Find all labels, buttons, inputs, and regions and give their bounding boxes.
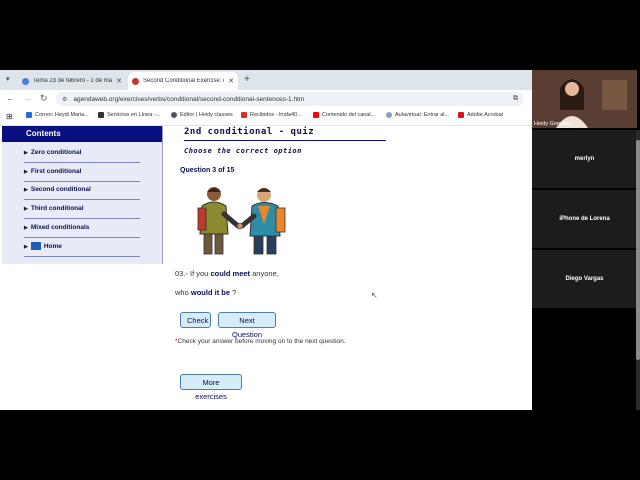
answer-choice-1[interactable]: could meet <box>210 269 250 278</box>
bookmark-item[interactable]: Recibidos - lmda40... <box>241 112 302 118</box>
next-question-button[interactable]: Next Question <box>218 312 276 339</box>
bookmark-item[interactable]: Adobe Acrobat <box>458 112 503 118</box>
bullet-icon: ▶ <box>24 187 28 193</box>
translate-icon[interactable]: ⧉ <box>513 95 518 103</box>
bookmark-favicon-icon <box>171 112 177 118</box>
bookmark-item[interactable]: Aulavirtual: Entrar al... <box>386 112 449 118</box>
participant-name: iPhone de Lorena <box>559 216 610 222</box>
bookmark-favicon-icon <box>26 112 32 118</box>
reload-icon[interactable]: ↻ <box>40 93 48 104</box>
right-person-figure <box>239 188 286 255</box>
forward-icon[interactable]: → <box>23 93 32 103</box>
sidebar-item-home[interactable]: ▶ Home <box>24 238 140 257</box>
bookmark-item[interactable]: Correo: Heydi Maria... <box>26 112 89 118</box>
home-icon <box>30 242 41 251</box>
close-tab-icon[interactable]: ✕ <box>228 77 234 85</box>
sidebar-item-zero-conditional[interactable]: ▶ Zero conditional <box>24 144 140 163</box>
tab-bar: ▾ Tema 23 de febrero - 1 de ma ✕ Second … <box>0 70 532 90</box>
sidebar-title: Contents <box>2 126 162 142</box>
web-page: Contents ▶ Zero conditional ▶ First condit… <box>0 126 532 410</box>
bullet-icon: ▶ <box>24 169 28 175</box>
participant-video <box>532 70 637 128</box>
gmail-icon <box>241 112 247 118</box>
bookmark-item[interactable]: Editor | Heidy classes <box>171 112 233 118</box>
bookmark-favicon-icon <box>98 112 104 118</box>
url-text: agendaweb.org/exercises/verbs/conditiona… <box>73 95 305 103</box>
left-person-figure <box>197 187 241 255</box>
bookmark-item[interactable]: Servicios en Línea -... <box>98 112 160 118</box>
bullet-icon: ▶ <box>24 244 28 250</box>
handshake-illustration <box>197 187 286 255</box>
participant-tile-iphone-lorena[interactable]: iPhone de Lorena <box>532 190 637 248</box>
bookmark-item[interactable]: Contenido del canal... <box>313 112 375 118</box>
question-counter: Question 3 of 15 <box>180 167 235 174</box>
participant-tile-heidy[interactable]: Heidy González <box>532 70 637 128</box>
address-bar[interactable]: ⚙ agendaweb.org/exercises/verbs/conditio… <box>56 92 524 106</box>
sidebar-item-second-conditional[interactable]: ▶ Second conditional <box>24 181 140 200</box>
sidebar-item-mixed-conditionals[interactable]: ▶ Mixed conditionals <box>24 219 140 238</box>
participant-tile-diego[interactable]: Diego Vargas <box>532 250 637 308</box>
instruction-note: *Check your answer before moving on to t… <box>175 338 346 345</box>
sidebar-item-third-conditional[interactable]: ▶ Third conditional <box>24 200 140 219</box>
close-tab-icon[interactable]: ✕ <box>116 77 122 85</box>
more-exercises-button[interactable]: More exercises <box>180 374 242 401</box>
tab-title: Second Conditional Exercise: q <box>143 78 225 84</box>
handshake-icon <box>236 222 244 230</box>
browser-tab-2[interactable]: Second Conditional Exercise: q ✕ <box>128 72 238 90</box>
participant-name: Heidy González <box>534 121 573 127</box>
back-icon[interactable]: ← <box>6 93 15 103</box>
question-sentence-line-1: 03.- If you could meet anyone, <box>175 269 279 278</box>
bullet-icon: ▶ <box>24 150 28 156</box>
tab-favicon-icon <box>132 77 139 85</box>
participant-name: merlyn <box>574 156 595 162</box>
quiz-title: 2nd conditional - quiz <box>184 127 386 141</box>
tab-title: Tema 23 de febrero - 1 de ma <box>33 78 113 84</box>
participant-name: Diego Vargas <box>565 276 604 282</box>
check-button[interactable]: Check <box>180 312 211 328</box>
quiz-subtitle: Choose the correct option <box>184 147 302 155</box>
question-sentence-line-2: who would it be ? <box>175 288 237 297</box>
new-tab-icon[interactable]: + <box>244 74 250 85</box>
apps-grid-icon[interactable]: ⊞ <box>6 112 13 121</box>
adobe-acrobat-icon <box>458 112 464 118</box>
bookmarks-bar: ⊞ Correo: Heydi Maria... Servicios en Lí… <box>0 108 532 126</box>
participant-tile-merlyn[interactable]: merlyn <box>532 130 637 188</box>
browser-tab-1[interactable]: Tema 23 de febrero - 1 de ma ✕ <box>18 72 126 90</box>
bullet-icon: ▶ <box>24 206 28 212</box>
tab-list-icon[interactable]: ▾ <box>6 75 10 83</box>
mouse-cursor-icon: ↖ <box>371 291 378 300</box>
bullet-icon: ▶ <box>24 225 28 231</box>
site-info-icon[interactable]: ⚙ <box>62 96 67 103</box>
tab-favicon-icon <box>22 77 29 85</box>
youtube-icon <box>313 112 319 118</box>
scrollbar-thumb[interactable] <box>636 140 640 360</box>
sidebar-item-first-conditional[interactable]: ▶ First conditional <box>24 163 140 182</box>
browser-toolbar: ← → ↻ ⚙ agendaweb.org/exercises/verbs/co… <box>0 90 532 108</box>
sidebar: Contents ▶ Zero conditional ▶ First condit… <box>2 126 163 264</box>
bookmark-favicon-icon <box>386 112 392 118</box>
answer-choice-2[interactable]: would it be <box>191 288 230 297</box>
